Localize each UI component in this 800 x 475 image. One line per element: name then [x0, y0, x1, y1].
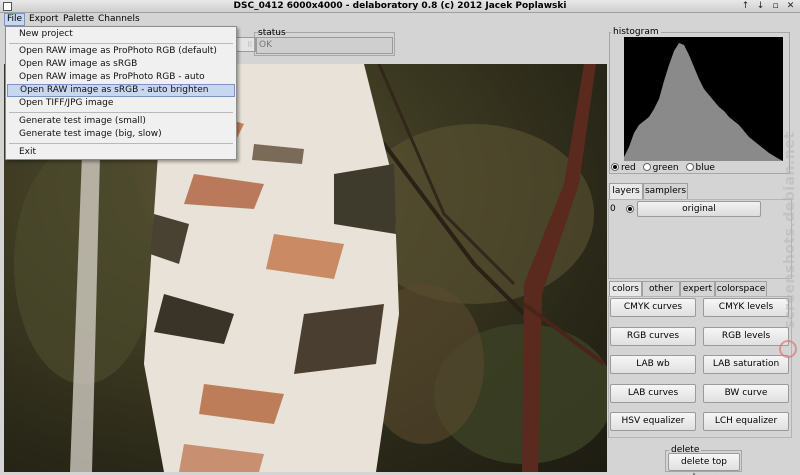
bw-curve-button[interactable]: BW curve [703, 384, 789, 403]
lower-window-icon[interactable]: ↓ [755, 1, 766, 12]
menu-item-exit[interactable]: Exit [7, 146, 235, 159]
tab-expert[interactable]: expert [680, 281, 715, 297]
menu-item-open-raw-srgb-auto[interactable]: Open RAW image as sRGB - auto brighten [7, 84, 235, 97]
rgb-curves-button[interactable]: RGB curves [610, 327, 696, 346]
layer-select-radio[interactable] [626, 205, 636, 215]
menu-export[interactable]: Export [27, 13, 60, 26]
channel-blue-option[interactable]: blue [685, 163, 715, 173]
channel-red-option[interactable]: red [611, 163, 636, 173]
lab-wb-button[interactable]: LAB wb [610, 355, 696, 374]
raise-window-icon[interactable]: ↑ [740, 1, 751, 12]
menu-channels[interactable]: Channels [96, 13, 142, 26]
delete-top-layer-button[interactable]: delete top layer [668, 453, 740, 475]
title-bar: DSC_0412 6000x4000 - delaboratory 0.8 (c… [0, 0, 800, 13]
tab-colorspace[interactable]: colorspace [715, 281, 767, 297]
maximize-window-icon[interactable]: ▫ [770, 1, 781, 12]
menu-item-open-raw-srgb[interactable]: Open RAW image as sRGB [7, 58, 235, 71]
histogram-channel-selector: red green blue [611, 163, 719, 173]
layer-original-button[interactable]: original [637, 201, 761, 217]
window-title: DSC_0412 6000x4000 - delaboratory 0.8 (c… [233, 1, 567, 11]
menu-item-open-tiff-jpg[interactable]: Open TIFF/JPG image [7, 97, 235, 110]
file-menu-dropdown: New project Open RAW image as ProPhoto R… [5, 26, 237, 160]
menu-item-new-project[interactable]: New project [7, 28, 235, 41]
layer-index: 0 [610, 204, 616, 214]
close-window-icon[interactable]: ✕ [785, 1, 796, 12]
cmyk-curves-button[interactable]: CMYK curves [610, 298, 696, 317]
tab-layers[interactable]: layers [609, 183, 643, 199]
layer-tabs: layers samplers [609, 183, 789, 199]
menu-item-open-raw-prophoto[interactable]: Open RAW image as ProPhoto RGB (default) [7, 45, 235, 58]
radio-red[interactable] [611, 163, 619, 171]
rgb-levels-button[interactable]: RGB levels [703, 327, 789, 346]
radio-blue[interactable] [685, 163, 694, 171]
tool-tabs: colors other expert colorspace [609, 281, 789, 297]
cmyk-levels-button[interactable]: CMYK levels [703, 298, 789, 317]
watermark-logo-icon [779, 340, 797, 358]
tab-other[interactable]: other [642, 281, 680, 297]
hsv-equalizer-button[interactable]: HSV equalizer [610, 412, 696, 431]
menu-separator [9, 143, 233, 144]
lch-equalizer-button[interactable]: LCH equalizer [703, 412, 789, 431]
menu-file[interactable]: File [4, 13, 26, 26]
lab-saturation-button[interactable]: LAB saturation [703, 355, 789, 374]
channel-green-option[interactable]: green [642, 163, 679, 173]
menu-item-generate-big[interactable]: Generate test image (big, slow) [7, 128, 235, 141]
radio-green[interactable] [642, 163, 651, 171]
lab-curves-button[interactable]: LAB curves [610, 384, 696, 403]
tab-samplers[interactable]: samplers [643, 183, 688, 199]
menu-separator [9, 112, 233, 113]
watermark: screenshots.debian.net [782, 131, 798, 329]
menu-separator [9, 43, 233, 44]
status-field: OK [256, 37, 393, 54]
menu-item-generate-small[interactable]: Generate test image (small) [7, 115, 235, 128]
histogram-label: histogram [611, 27, 661, 37]
histogram-plot [624, 37, 783, 161]
histogram-shape [624, 43, 783, 161]
layer-radio-mark [626, 205, 634, 213]
menubar: File Export Palette Channels [0, 13, 800, 26]
menu-palette[interactable]: Palette [61, 13, 96, 26]
tab-colors[interactable]: colors [609, 281, 642, 297]
menu-item-open-raw-prophoto-auto[interactable]: Open RAW image as ProPhoto RGB - auto br… [7, 71, 235, 95]
